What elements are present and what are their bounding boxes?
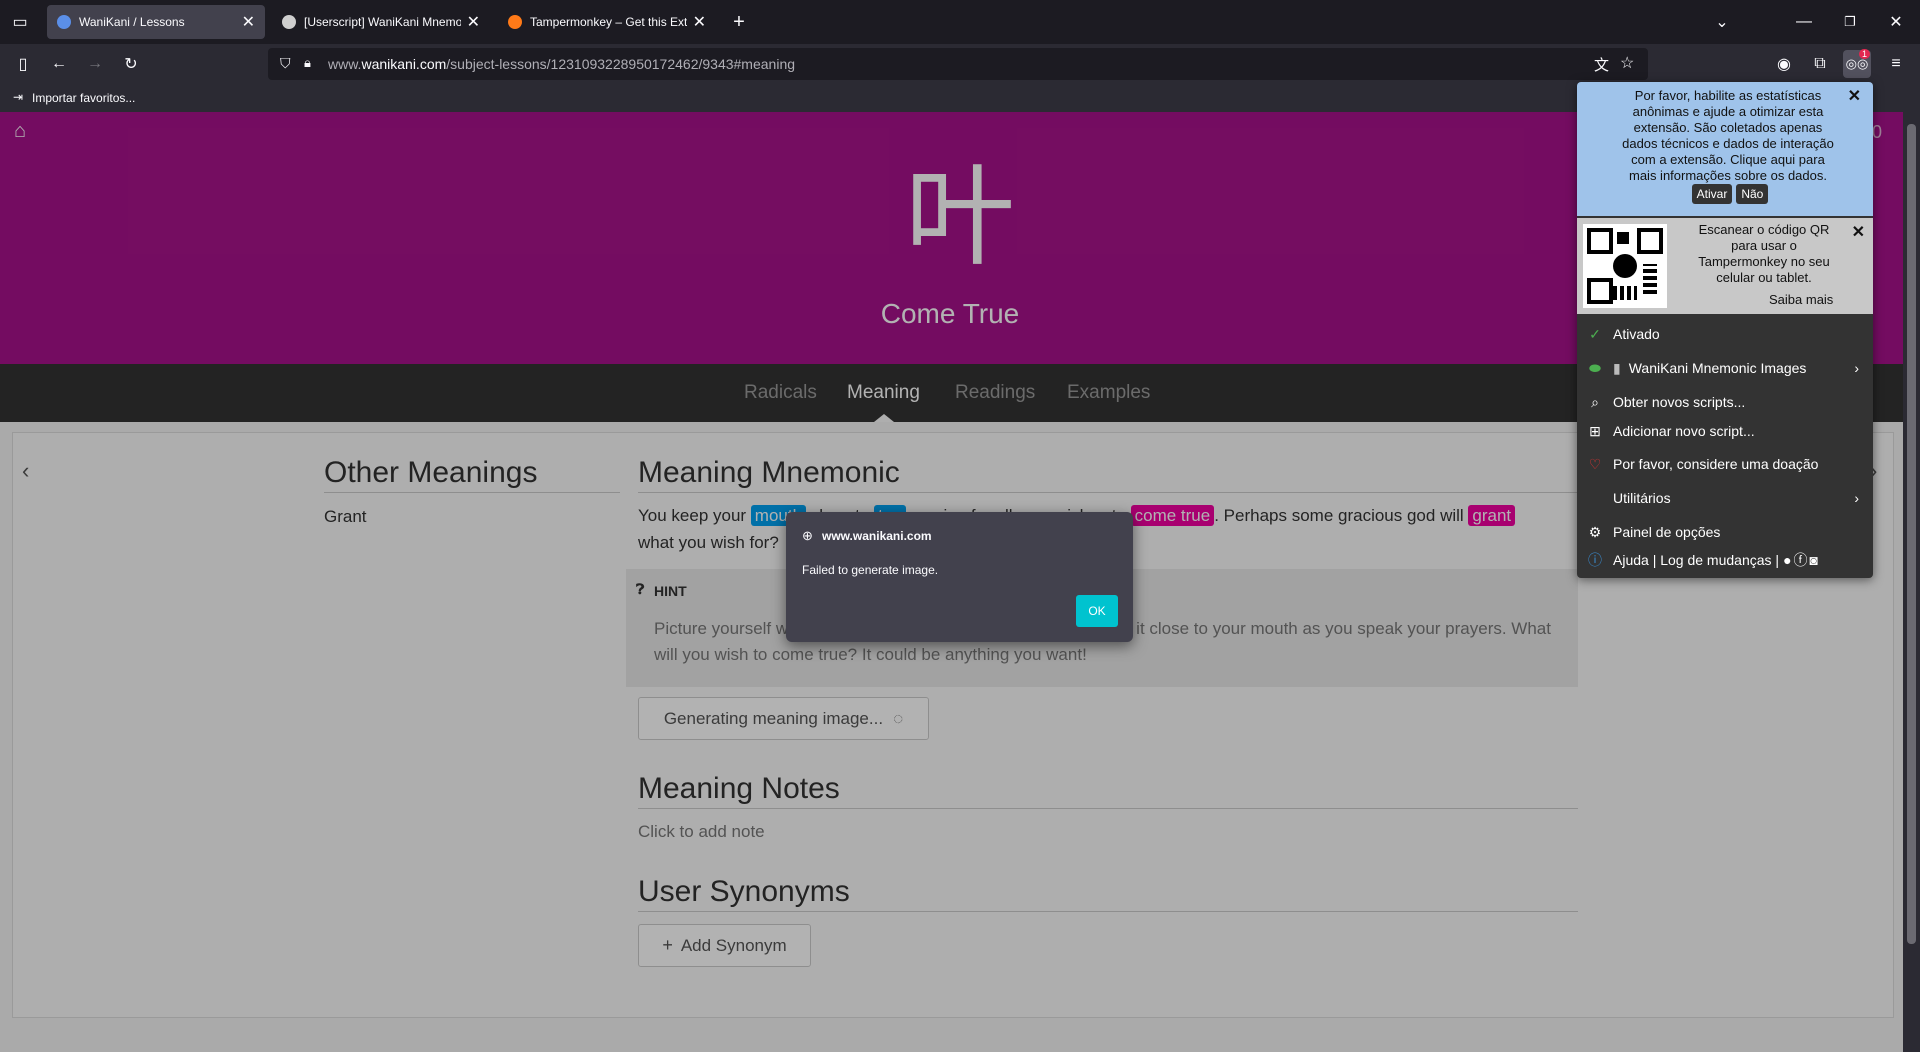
sidebar-icon[interactable]: ▯ xyxy=(9,50,37,78)
tab-title: [Userscript] WaniKani Mnemoni xyxy=(304,15,461,29)
lock-icon[interactable]: 🔒︎ xyxy=(304,55,311,71)
script-name: WaniKani Mnemonic Images xyxy=(1628,360,1807,376)
check-icon: ✓ xyxy=(1589,325,1601,342)
import-icon: ⇥ xyxy=(13,90,24,104)
browser-tab-wanikani[interactable]: WaniKani / Lessons ✕ xyxy=(47,5,265,39)
close-tab-icon[interactable]: ✕ xyxy=(242,12,255,32)
import-bookmarks-link[interactable]: Importar favoritos... xyxy=(32,91,135,105)
github-icon[interactable]: ● xyxy=(1783,552,1791,568)
toggle-on-icon[interactable]: ⬬ xyxy=(1585,360,1605,377)
qr-text: Escanear o código QR para usar o Tamperm… xyxy=(1698,222,1830,285)
chevron-right-icon: › xyxy=(1854,490,1859,506)
dialog-origin: www.wanikani.com xyxy=(822,529,932,543)
dialog-message: Failed to generate image. xyxy=(802,563,939,577)
get-new-scripts-item[interactable]: ⌕ Obter novos scripts... xyxy=(1577,388,1873,416)
enabled-label: Ativado xyxy=(1613,326,1660,342)
firefox-favicon xyxy=(508,15,522,29)
info-icon: ⓘ xyxy=(1588,552,1602,568)
decline-stats-button[interactable]: Não xyxy=(1736,184,1769,204)
restore-icon[interactable]: ❐ xyxy=(1836,8,1864,36)
heart-icon: ♡ xyxy=(1588,455,1602,472)
add-new-script-item[interactable]: ⊞ Adicionar novo script... xyxy=(1577,417,1873,445)
tampermonkey-popup: Por favor, habilite as estatísticas anôn… xyxy=(1577,82,1873,578)
tab-title: WaniKani / Lessons xyxy=(79,15,185,29)
options-item[interactable]: ⚙ Painel de opções xyxy=(1577,518,1873,546)
enabled-toggle[interactable]: ✓ Ativado xyxy=(1577,320,1873,348)
instagram-icon[interactable]: ◙ xyxy=(1810,552,1818,568)
close-icon[interactable]: ✕ xyxy=(1848,86,1861,106)
wanikani-favicon xyxy=(57,15,71,29)
page-scrollbar[interactable] xyxy=(1903,112,1920,1052)
bookmark-star-icon[interactable]: ☆ xyxy=(1620,53,1634,73)
close-tab-icon[interactable]: ✕ xyxy=(467,12,480,32)
close-tab-icon[interactable]: ✕ xyxy=(693,12,706,32)
utilities-item[interactable]: Utilitários › xyxy=(1577,484,1873,512)
forward-icon[interactable]: → xyxy=(81,50,109,78)
browser-tab-userscript[interactable]: [Userscript] WaniKani Mnemoni ✕ xyxy=(272,5,490,39)
back-icon[interactable]: ← xyxy=(45,50,73,78)
new-tab-icon[interactable]: + xyxy=(725,8,753,36)
chevron-down-icon[interactable]: ⌄ xyxy=(1708,8,1736,36)
minimize-icon[interactable]: — xyxy=(1790,8,1818,36)
tab-strip: ▭ WaniKani / Lessons ✕ [Userscript] Wani… xyxy=(0,0,1920,44)
reload-icon[interactable]: ↻ xyxy=(117,50,145,78)
qr-notice: Escanear o código QR para usar o Tamperm… xyxy=(1577,218,1873,314)
translate-icon[interactable]: 文 xyxy=(1594,54,1609,75)
account-icon[interactable]: ◉ xyxy=(1770,50,1798,78)
qr-code xyxy=(1583,224,1667,308)
stats-notice[interactable]: Por favor, habilite as estatísticas anôn… xyxy=(1577,82,1873,216)
learn-more-link[interactable]: Saiba mais xyxy=(1769,292,1833,307)
script-icon: ▮ xyxy=(1613,359,1621,376)
gear-icon: ⚙ xyxy=(1588,523,1602,540)
tab-title: Tampermonkey – Get this Exten xyxy=(530,15,687,29)
navigation-bar: ▯ ← → ↻ ⛉ 🔒︎ www.wanikani.com/subject-le… xyxy=(0,44,1920,84)
utilities-label: Utilitários xyxy=(1613,490,1671,506)
tampermonkey-icon[interactable]: ◎◎ 1 xyxy=(1843,49,1871,78)
help-label: Ajuda | Log de mudanças | xyxy=(1613,552,1780,568)
menu-icon[interactable]: ≡ xyxy=(1882,50,1910,78)
close-icon[interactable]: ✕ xyxy=(1852,222,1865,242)
tab-list-icon[interactable]: ▭ xyxy=(6,8,34,36)
globe-icon: ⊕ xyxy=(802,528,813,543)
help-item[interactable]: ⓘ Ajuda | Log de mudanças | ● ⓕ ◙ xyxy=(1577,546,1873,574)
greasyfork-favicon xyxy=(282,15,296,29)
search-icon: ⌕ xyxy=(1591,393,1599,410)
scrollbar-thumb[interactable] xyxy=(1907,124,1916,944)
options-label: Painel de opções xyxy=(1613,524,1721,540)
shield-icon[interactable]: ⛉ xyxy=(280,55,291,72)
add-box-icon: ⊞ xyxy=(1589,422,1601,439)
close-window-icon[interactable]: ✕ xyxy=(1882,8,1910,36)
address-bar[interactable]: ⛉ 🔒︎ www.wanikani.com/subject-lessons/12… xyxy=(268,48,1648,80)
alert-dialog: ⊕ www.wanikani.com Failed to generate im… xyxy=(786,512,1133,642)
chevron-right-icon: › xyxy=(1854,360,1859,376)
activate-stats-button[interactable]: Ativar xyxy=(1691,184,1733,204)
url-text[interactable]: www.wanikani.com/subject-lessons/1231093… xyxy=(328,56,795,72)
extensions-icon[interactable]: ⧉ xyxy=(1806,50,1834,78)
add-script-label: Adicionar novo script... xyxy=(1613,423,1755,439)
stats-text: Por favor, habilite as estatísticas anôn… xyxy=(1619,88,1837,204)
facebook-icon[interactable]: ⓕ xyxy=(1794,550,1808,570)
notification-badge: 1 xyxy=(1858,49,1870,59)
donate-label: Por favor, considere uma doação xyxy=(1613,456,1819,472)
ok-button[interactable]: OK xyxy=(1076,595,1118,627)
browser-tab-tampermonkey[interactable]: Tampermonkey – Get this Exten ✕ xyxy=(498,5,716,39)
donate-item[interactable]: ♡ Por favor, considere uma doação xyxy=(1577,450,1873,478)
script-item[interactable]: ⬬ ▮ WaniKani Mnemonic Images › xyxy=(1577,354,1873,382)
get-scripts-label: Obter novos scripts... xyxy=(1613,394,1746,410)
